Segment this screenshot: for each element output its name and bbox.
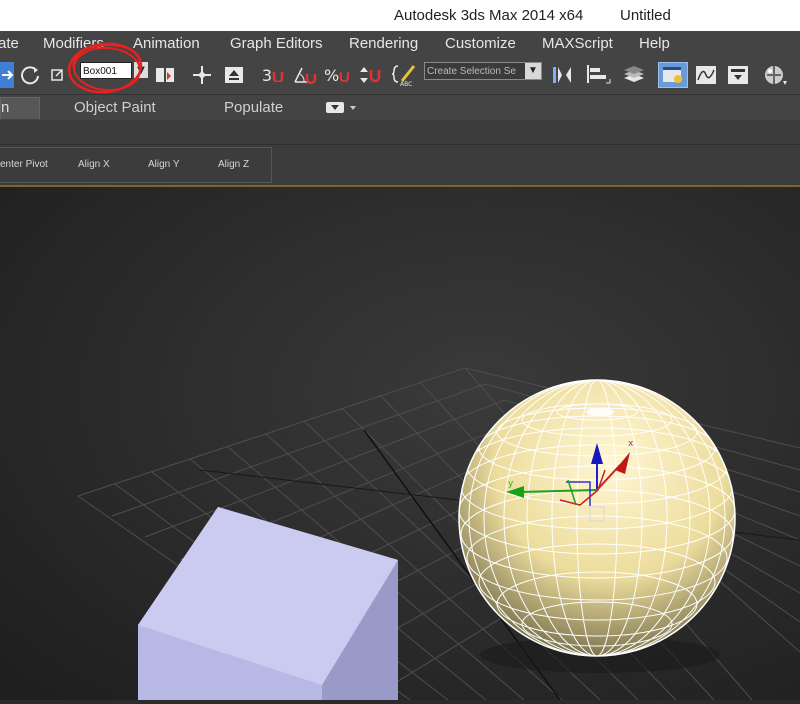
layer-manager-icon[interactable] — [620, 62, 648, 88]
title-bar: Autodesk 3ds Max 2014 x64 Untitled — [0, 0, 800, 31]
angle-snap-icon[interactable] — [292, 62, 318, 88]
ribbon-options-icon[interactable] — [326, 101, 358, 118]
svg-text:ABC: ABC — [400, 81, 412, 87]
spinner-snap-icon[interactable] — [356, 62, 382, 88]
select-link-icon[interactable] — [222, 62, 246, 88]
align-y-button[interactable]: Align Y — [148, 159, 180, 170]
svg-text:y: y — [508, 479, 514, 489]
percent-snap-label: % — [324, 65, 340, 85]
chevron-down-icon[interactable]: ▼ — [525, 63, 541, 79]
center-pivot-button[interactable]: enter Pivot — [0, 159, 48, 170]
edit-named-selection-icon[interactable]: ABC — [392, 62, 418, 88]
named-selection-icon[interactable] — [152, 62, 180, 88]
percent-snap-icon[interactable]: % — [324, 62, 350, 88]
tab-modeling[interactable]: n — [0, 97, 40, 119]
menu-rendering[interactable]: Rendering — [349, 35, 418, 52]
menu-graph-editors[interactable]: Graph Editors — [230, 35, 323, 52]
material-editor-icon[interactable] — [762, 62, 790, 88]
viewport-scene: x y — [0, 187, 800, 701]
snap-toggle-icon[interactable]: 3 — [260, 62, 286, 88]
perspective-viewport[interactable]: x y — [0, 187, 800, 701]
tab-object-paint[interactable]: Object Paint — [74, 99, 156, 116]
tab-label: n — [1, 99, 10, 116]
mirror-icon[interactable] — [548, 62, 576, 88]
curve-editor-icon[interactable] — [692, 62, 720, 88]
selection-set-dropdown[interactable]: Create Selection Se ▼ — [424, 62, 542, 80]
menu-create[interactable]: ate — [0, 35, 19, 52]
align-z-button[interactable]: Align Z — [218, 159, 249, 170]
align-x-button[interactable]: Align X — [78, 159, 110, 170]
scene-explorer-icon[interactable] — [658, 62, 688, 88]
snap-toggle-label: 3 — [261, 65, 273, 85]
annotation-circle — [67, 42, 143, 94]
pivot-center-icon[interactable] — [190, 62, 214, 88]
ribbon-panel: enter Pivot Align X Align Y Align Z — [0, 145, 800, 187]
document-title: Untitled — [620, 7, 671, 24]
rotate-icon[interactable] — [18, 62, 42, 88]
ribbon-spacer — [0, 120, 800, 145]
app-title: Autodesk 3ds Max 2014 x64 — [394, 7, 584, 24]
menu-customize[interactable]: Customize — [445, 35, 516, 52]
selection-set-text: Create Selection Se — [427, 66, 516, 77]
svg-text:x: x — [628, 439, 634, 449]
menu-help[interactable]: Help — [639, 35, 670, 52]
align-icon[interactable] — [584, 62, 612, 88]
schematic-view-icon[interactable] — [724, 62, 752, 88]
select-move-icon[interactable] — [0, 62, 14, 88]
menu-maxscript[interactable]: MAXScript — [542, 35, 613, 52]
scale-icon[interactable] — [50, 62, 64, 88]
tab-populate[interactable]: Populate — [224, 99, 283, 116]
